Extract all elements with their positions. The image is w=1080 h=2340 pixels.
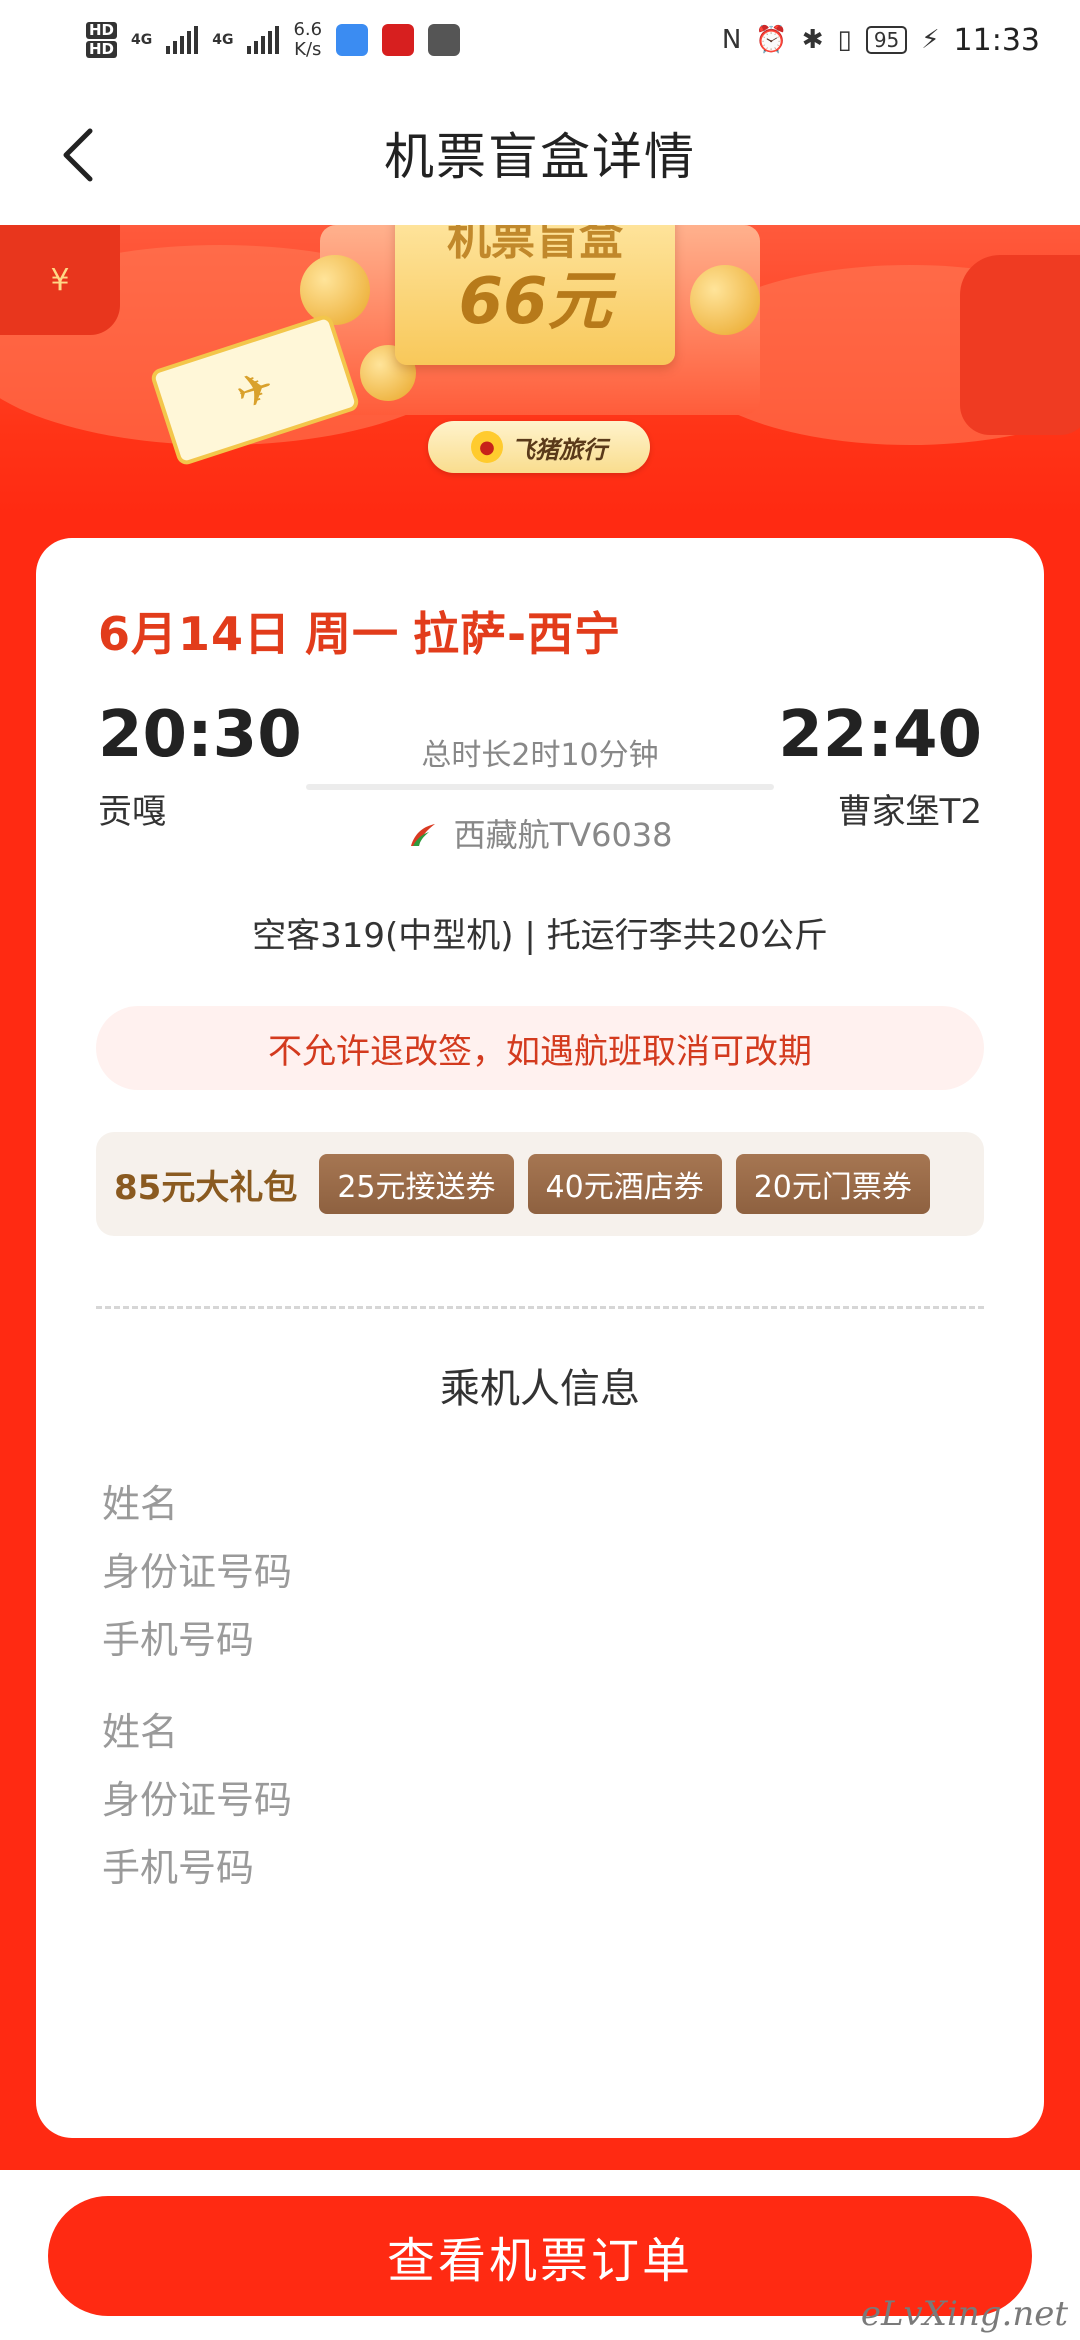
- passenger-1-phone-field[interactable]: [102, 1606, 972, 1674]
- hd-call-icon: HD HD: [86, 21, 118, 59]
- flight-detail-card: 6月14日 周一 拉萨-西宁 20:30 贡嘎 总时长2时10分钟 西藏航TV603…: [36, 538, 1044, 2138]
- flight-timeline: [306, 784, 774, 790]
- passenger-1-name-field[interactable]: [102, 1470, 972, 1538]
- red-app-icon: [382, 24, 415, 56]
- status-bar-left: HD HD 4G 4G 6.6 K/s: [86, 20, 461, 60]
- flight-date: 6月14日: [98, 607, 292, 661]
- network-speed-unit: K/s: [294, 39, 322, 60]
- status-bar-right: N ⏰ ✱ ▯ 95 ⚡ 11:33: [722, 23, 1040, 58]
- charging-icon: ⚡: [921, 25, 940, 55]
- coin-illustration: [690, 265, 760, 335]
- gift-package-title: 85元大礼包: [114, 1167, 298, 1208]
- watermark: eLvXing.net: [860, 2294, 1068, 2334]
- flight-route: 拉萨-西宁: [413, 607, 622, 661]
- refund-policy-notice: 不允许退改签，如遇航班取消可改期: [96, 1006, 984, 1090]
- passenger-1-id-field[interactable]: [102, 1538, 972, 1606]
- page-title: 机票盲盒详情: [384, 127, 696, 186]
- route-header: 6月14日 周一 拉萨-西宁: [98, 598, 635, 664]
- huawei-app-icon: [428, 24, 461, 56]
- passenger-2-name-field[interactable]: [102, 1698, 972, 1766]
- nfc-icon: N: [721, 25, 742, 55]
- airplane-icon: ✈: [229, 360, 281, 420]
- network-speed: 6.6 K/s: [293, 20, 322, 60]
- blind-box-card-price: 66元: [458, 265, 612, 339]
- alarm-icon: ⏰: [755, 25, 788, 55]
- gift-bag-illustration: [960, 255, 1080, 435]
- bluetooth-icon: ✱: [801, 25, 824, 55]
- nav-bar: 机票盲盒详情: [0, 80, 1080, 225]
- passenger-2-phone-field[interactable]: [102, 1834, 972, 1902]
- passenger-2-id-field[interactable]: [102, 1766, 972, 1834]
- status-bar: HD HD 4G 4G 6.6 K/s N ⏰ ✱ ▯ 95 ⚡ 11:33: [0, 0, 1080, 80]
- coupon-pickup[interactable]: 25元接送券: [319, 1154, 514, 1214]
- tibet-airlines-logo-icon: [411, 824, 436, 846]
- shield-app-icon: [336, 24, 369, 56]
- red-packet-illustration: ¥: [0, 225, 120, 335]
- status-time: 11:33: [953, 22, 1040, 58]
- chevron-left-icon: [63, 128, 93, 182]
- fliggy-logo-icon: ●: [471, 431, 503, 463]
- network-type-2: 4G: [212, 32, 234, 48]
- gift-package-row: 85元大礼包 25元接送券 40元酒店券 20元门票券: [96, 1132, 984, 1236]
- vibrate-icon: ▯: [837, 25, 852, 55]
- signal-strength-icon-2: [247, 26, 280, 54]
- battery-level: 95: [865, 26, 908, 54]
- coupon-hotel[interactable]: 40元酒店券: [527, 1154, 722, 1214]
- fliggy-brand-label: 飞猪旅行: [511, 435, 607, 464]
- flight-number: 西藏航TV6038: [453, 816, 673, 854]
- blind-box-card: 机票盲盒 66元: [395, 225, 675, 365]
- coupon-ticket[interactable]: 20元门票券: [735, 1154, 930, 1214]
- arrival-time: 22:40: [778, 698, 982, 772]
- coin-illustration: [300, 255, 370, 325]
- bottom-action-bar: 查看机票订单 eLvXing.net: [0, 2170, 1080, 2340]
- dashed-divider: [96, 1306, 984, 1309]
- blind-box-banner: ¥ 机票盲盒 66元 ✈ ● 飞猪旅行: [0, 225, 1080, 515]
- passenger-section-title: 乘机人信息: [440, 1366, 640, 1412]
- flight-weekday: 周一: [305, 607, 400, 661]
- aircraft-baggage-info: 空客319(中型机) | 托运行李共20公斤: [252, 916, 828, 956]
- network-speed-value: 6.6: [293, 19, 323, 40]
- back-button[interactable]: [48, 120, 108, 190]
- blind-box-card-title: 机票盲盒: [447, 225, 623, 265]
- fliggy-brand-badge: ● 飞猪旅行: [428, 421, 650, 473]
- signal-strength-icon-1: [166, 26, 199, 54]
- arrival-airport: 曹家堡T2: [837, 792, 982, 832]
- network-type-1: 4G: [131, 32, 153, 48]
- yuan-symbol: ¥: [50, 262, 70, 298]
